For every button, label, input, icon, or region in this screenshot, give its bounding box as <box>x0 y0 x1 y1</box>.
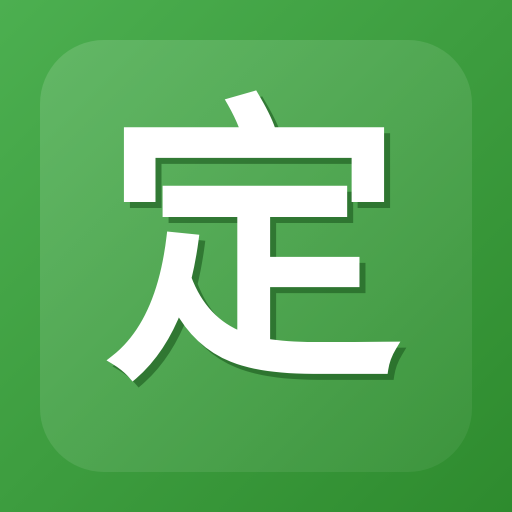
glyph-character: 定 <box>104 72 404 421</box>
app-icon: 定 定 <box>0 0 512 512</box>
app-icon-artwork: 定 定 <box>0 0 512 512</box>
